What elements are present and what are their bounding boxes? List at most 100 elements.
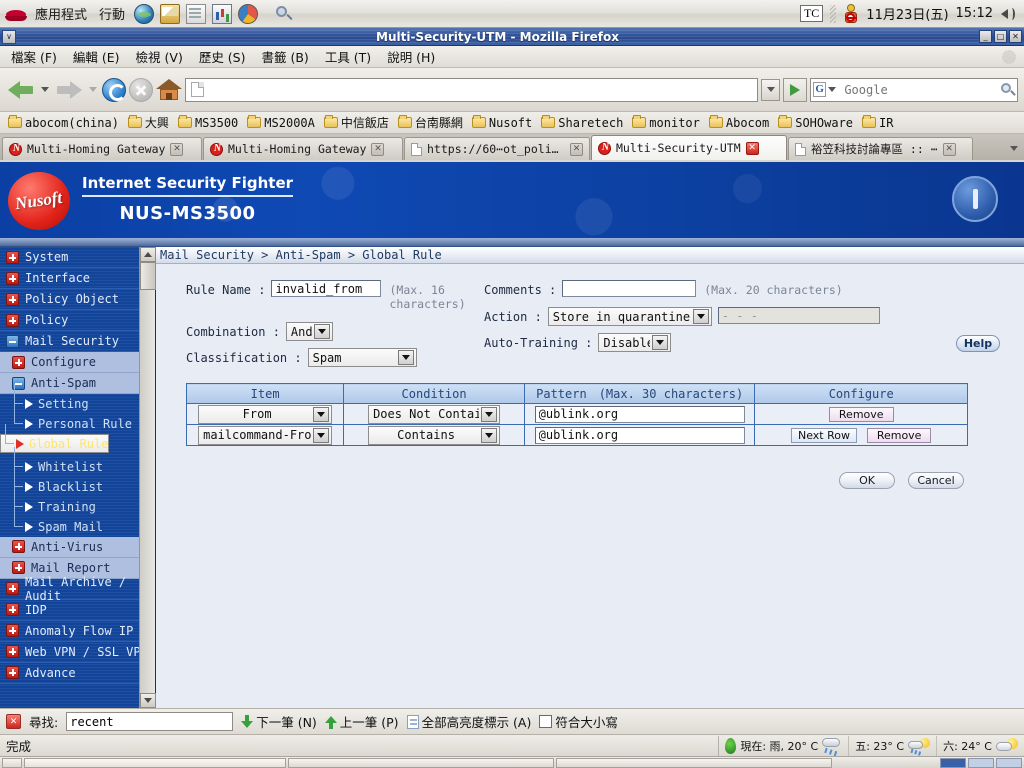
- collapse-minus-icon[interactable]: [6, 334, 19, 348]
- menu-applications[interactable]: 應用程式: [32, 3, 90, 24]
- find-next-button[interactable]: 下一筆 (N): [241, 712, 317, 731]
- auto-training-select[interactable]: Disable: [598, 333, 672, 352]
- sidebar-item-mail-security[interactable]: Mail Security: [0, 331, 155, 352]
- row-item-select[interactable]: mailcommand-From: [198, 425, 333, 445]
- expand-plus-icon[interactable]: [12, 540, 25, 553]
- back-button[interactable]: [6, 77, 36, 103]
- bookmark-item[interactable]: 台南縣網: [394, 113, 467, 132]
- bookmark-item[interactable]: Abocom: [705, 115, 773, 131]
- classification-select[interactable]: Spam: [307, 348, 417, 367]
- weather-applet[interactable]: 現在: 雨, 20° C 五: 23° C 六: 24° C: [718, 735, 1024, 756]
- expand-plus-icon[interactable]: [6, 582, 19, 595]
- sidebar-item-configure[interactable]: Configure: [0, 352, 155, 373]
- workspace-1[interactable]: [940, 757, 966, 768]
- chevron-down-icon[interactable]: [652, 335, 669, 350]
- row-pattern-input[interactable]: [534, 405, 745, 423]
- home-button[interactable]: [156, 78, 182, 102]
- scrollbar-thumb[interactable]: [140, 262, 156, 290]
- bookmark-item[interactable]: 大興: [124, 113, 173, 132]
- chevron-down-icon[interactable]: [313, 406, 330, 422]
- taskbar-show-desktop-button[interactable]: [2, 757, 22, 768]
- chart-icon[interactable]: [212, 3, 233, 24]
- action-select[interactable]: Store in quarantine: [547, 307, 712, 326]
- expand-plus-icon[interactable]: [6, 624, 19, 637]
- menu-tools[interactable]: 工具 (T): [318, 45, 378, 68]
- sidebar-item-training[interactable]: Training: [0, 486, 155, 517]
- browser-tab[interactable]: 裕笠科技討論專區 :: ⋯ ✕: [788, 137, 973, 160]
- highlight-all-button[interactable]: 全部高亮度標示 (A): [406, 712, 531, 731]
- scroll-up-button[interactable]: [140, 247, 156, 262]
- user-status-icon[interactable]: [843, 3, 859, 24]
- chevron-down-icon[interactable]: [692, 309, 709, 324]
- sidebar-item-whitelist[interactable]: Whitelist: [0, 446, 155, 477]
- menu-file[interactable]: 檔案 (F): [4, 45, 64, 68]
- expand-plus-icon[interactable]: [6, 313, 19, 327]
- find-input[interactable]: [66, 712, 234, 731]
- forward-button[interactable]: [54, 77, 84, 103]
- pie-icon[interactable]: [238, 3, 259, 24]
- search-go-icon[interactable]: [999, 81, 1017, 99]
- row-pattern-input[interactable]: [534, 426, 745, 444]
- rule-name-input[interactable]: [271, 280, 382, 297]
- expand-plus-icon[interactable]: [6, 603, 19, 616]
- expand-plus-icon[interactable]: [6, 645, 19, 658]
- workspace-3[interactable]: [996, 757, 1022, 768]
- sidebar-item-spam-mail[interactable]: Spam Mail: [0, 506, 155, 537]
- row-condition-select[interactable]: Does Not Contain: [368, 404, 501, 424]
- sidebar-item-mail-archive-audit[interactable]: Mail Archive / Audit: [0, 575, 155, 603]
- remove-button[interactable]: Remove: [866, 428, 932, 443]
- sidebar-item-policy[interactable]: Policy: [0, 310, 155, 331]
- taskbar-window-button[interactable]: [288, 757, 554, 768]
- sidebar-item-global-rule[interactable]: Global Rule: [0, 423, 110, 453]
- clock-date[interactable]: 11月23日(五): [866, 4, 948, 23]
- sidebar-item-system[interactable]: System: [0, 247, 155, 268]
- sidebar-item-setting[interactable]: Setting: [0, 384, 155, 414]
- clock-time[interactable]: 15:12: [956, 6, 993, 21]
- weather-day-1[interactable]: 五: 23° C: [849, 735, 938, 756]
- redhat-logo-icon[interactable]: [5, 5, 27, 23]
- tab-close-icon[interactable]: ✕: [371, 142, 385, 156]
- expand-plus-icon[interactable]: [6, 271, 19, 285]
- expand-plus-icon[interactable]: [12, 561, 25, 574]
- weather-now[interactable]: 現在: 雨, 20° C: [719, 735, 850, 756]
- url-bar[interactable]: [185, 77, 758, 102]
- url-input[interactable]: [207, 81, 755, 98]
- menu-help[interactable]: 說明 (H): [380, 45, 442, 68]
- sidebar-item-anti-virus[interactable]: Anti-Virus: [0, 536, 155, 558]
- tab-close-icon[interactable]: ✕: [170, 142, 184, 156]
- reload-button[interactable]: [102, 77, 126, 102]
- sidebar-item-blacklist[interactable]: Blacklist: [0, 466, 155, 497]
- volume-icon[interactable]: [1000, 6, 1016, 22]
- chevron-down-icon[interactable]: [481, 406, 498, 422]
- workspace-2[interactable]: [968, 757, 994, 768]
- tab-list-dropdown-icon[interactable]: [1006, 137, 1022, 160]
- browser-tab[interactable]: Multi-Homing Gateway ✕: [203, 137, 403, 160]
- menu-view[interactable]: 檢視 (V): [129, 45, 190, 68]
- menu-actions[interactable]: 行動: [96, 3, 128, 24]
- expand-plus-icon[interactable]: [12, 355, 25, 369]
- match-case-checkbox[interactable]: 符合大小寫: [539, 712, 618, 731]
- taskbar-window-button[interactable]: [556, 757, 832, 768]
- remove-button[interactable]: Remove: [828, 407, 894, 422]
- chevron-down-icon[interactable]: [397, 350, 414, 365]
- combination-select[interactable]: And: [285, 322, 333, 341]
- sidebar-item-personal-rule[interactable]: Personal Rule: [0, 404, 155, 434]
- bookmark-item[interactable]: MS2000A: [243, 115, 319, 131]
- expand-plus-icon[interactable]: [6, 250, 19, 264]
- close-icon[interactable]: ✕: [6, 714, 21, 729]
- bookmark-item[interactable]: MS3500: [174, 115, 242, 131]
- checkbox-icon[interactable]: [539, 715, 553, 728]
- expand-plus-icon[interactable]: [6, 666, 19, 679]
- tab-close-icon[interactable]: ✕: [570, 142, 583, 156]
- sidebar-item-policy-object[interactable]: Policy Object: [0, 289, 155, 310]
- search-input[interactable]: [842, 81, 1000, 98]
- ok-button[interactable]: OK: [839, 472, 895, 489]
- maximize-button[interactable]: □: [994, 30, 1007, 43]
- comments-input[interactable]: [562, 280, 697, 297]
- minimize-button[interactable]: _: [979, 30, 992, 43]
- bookmark-item[interactable]: SOHOware: [774, 115, 857, 131]
- menu-bookmarks[interactable]: 書籤 (B): [255, 45, 316, 68]
- sidebar-item-web-vpn-ssl-vpn[interactable]: Web VPN / SSL VPN: [0, 642, 155, 663]
- browser-tab[interactable]: https://60⋯ot_policy ✕: [404, 137, 590, 160]
- sidebar-item-advance[interactable]: Advance: [0, 663, 155, 684]
